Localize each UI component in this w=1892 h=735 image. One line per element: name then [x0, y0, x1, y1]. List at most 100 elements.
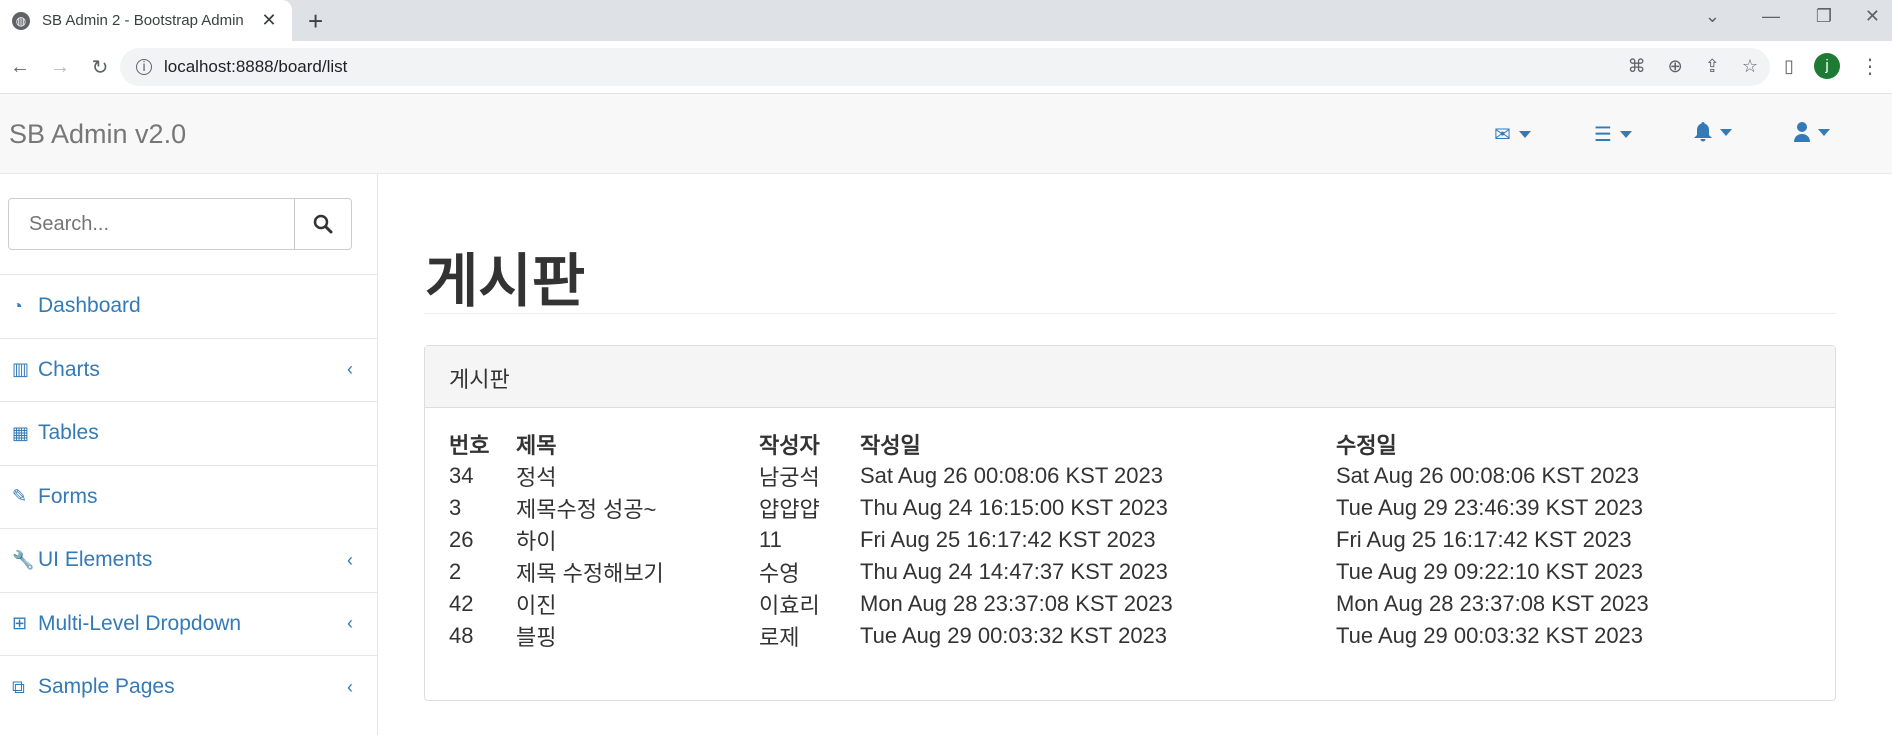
tab-title: SB Admin 2 - Bootstrap Admin — [42, 12, 244, 29]
cell-regdate: Thu Aug 24 14:47:37 KST 2023 — [860, 559, 1168, 584]
cell-title: 블핑 — [516, 625, 557, 650]
table-row[interactable]: 2 제목 수정해보기 수영 Thu Aug 24 14:47:37 KST 2023 T… — [449, 556, 1736, 588]
cell-writer: 로제 — [759, 625, 800, 650]
cell-writer: 이효리 — [759, 593, 820, 618]
cell-writer: 얍얍얍 — [759, 497, 820, 522]
cell-number: 26 — [449, 527, 474, 552]
cell-regdate: Tue Aug 29 00:03:32 KST 2023 — [860, 623, 1168, 648]
user-dropdown[interactable] — [1794, 122, 1830, 142]
cell-updatedate: Fri Aug 25 16:17:42 KST 2023 — [1336, 527, 1632, 552]
sidebar-item-charts[interactable]: ▥ Charts ‹ — [0, 337, 377, 402]
profile-avatar[interactable]: j — [1814, 53, 1840, 79]
search-button[interactable] — [294, 199, 351, 249]
column-header-number: 번호 — [449, 433, 490, 458]
tab-search-icon[interactable]: ⌄ — [1705, 6, 1720, 27]
sidebar-item-forms[interactable]: ✎ Forms — [0, 464, 377, 529]
cell-number: 2 — [449, 559, 462, 584]
cell-regdate: Thu Aug 24 16:15:00 KST 2023 — [860, 495, 1168, 520]
cell-title: 제목수정 성공~ — [516, 497, 657, 522]
bar-chart-icon: ▥ — [12, 359, 30, 380]
cell-number: 3 — [449, 495, 462, 520]
cell-title: 이진 — [516, 593, 557, 618]
cell-updatedate: Sat Aug 26 00:08:06 KST 2023 — [1336, 463, 1639, 488]
back-icon[interactable]: ← — [0, 56, 40, 79]
alerts-dropdown[interactable] — [1694, 122, 1732, 142]
sidebar-item-multi-level-dropdown[interactable]: ⊞ Multi-Level Dropdown ‹ — [0, 591, 377, 656]
sidebar-item-label: UI Elements — [38, 548, 153, 572]
side-panel-icon[interactable]: ▯ — [1784, 56, 1794, 77]
edit-icon: ✎ — [12, 486, 28, 507]
panel-heading: 게시판 — [425, 346, 1835, 408]
messages-dropdown[interactable]: ✉ — [1494, 122, 1531, 147]
brand-link[interactable]: SB Admin v2.0 — [9, 119, 186, 150]
cell-writer: 11 — [759, 527, 782, 552]
cell-title: 제목 수정해보기 — [516, 561, 664, 586]
sidebar: ◔ Dashboard ▥ Charts ‹ ▦ Tables ✎ Forms … — [0, 174, 378, 735]
address-bar[interactable]: i localhost:8888/board/list ⌘ ⊕ ⇪ ☆ — [120, 48, 1770, 86]
cell-updatedate: Tue Aug 29 09:22:10 KST 2023 — [1336, 559, 1644, 584]
cell-number: 42 — [449, 591, 474, 616]
wrench-icon: 🔧 — [12, 549, 35, 570]
chevron-left-icon: ‹ — [347, 359, 353, 380]
cell-regdate: Fri Aug 25 16:17:42 KST 2023 — [860, 527, 1156, 552]
cell-regdate: Sat Aug 26 00:08:06 KST 2023 — [860, 463, 1163, 488]
chevron-left-icon: ‹ — [347, 549, 353, 570]
new-tab-button[interactable]: + — [308, 6, 323, 37]
browser-tab[interactable]: ◍ SB Admin 2 - Bootstrap Admin ✕ — [0, 0, 292, 41]
table-row[interactable]: 48 블핑 로제 Tue Aug 29 00:03:32 KST 2023 Tue Au… — [449, 620, 1736, 652]
sidebar-item-tables[interactable]: ▦ Tables — [0, 401, 377, 465]
close-window-button[interactable]: ✕ — [1865, 6, 1880, 27]
sidebar-item-sample-pages[interactable]: ⧉ Sample Pages ‹ — [0, 655, 377, 719]
user-icon — [1794, 122, 1810, 142]
sidebar-item-label: Multi-Level Dropdown — [38, 611, 242, 635]
chevron-left-icon: ‹ — [347, 613, 353, 634]
page-title: 게시판 — [425, 249, 586, 314]
share-icon[interactable]: ⇪ — [1705, 56, 1720, 77]
cell-regdate: Mon Aug 28 23:37:08 KST 2023 — [860, 591, 1173, 616]
cell-number: 34 — [449, 463, 474, 488]
table-row[interactable]: 34 정석 남궁석 Sat Aug 26 00:08:06 KST 2023 Sat A… — [449, 460, 1736, 492]
cell-title: 정석 — [516, 465, 557, 490]
table-header-row: 번호 제목 작성자 작성일 수정일 — [449, 428, 1736, 460]
menu-kebab-icon[interactable]: ⋮ — [1860, 54, 1880, 79]
cell-writer: 남궁석 — [759, 465, 820, 490]
dashboard-icon: ◔ — [12, 295, 23, 316]
column-header-title: 제목 — [516, 433, 557, 458]
column-header-updatedate: 수정일 — [1336, 433, 1397, 458]
envelope-icon: ✉ — [1494, 124, 1511, 146]
caret-down-icon — [1818, 128, 1830, 136]
search-icon — [313, 214, 333, 234]
table-row[interactable]: 42 이진 이효리 Mon Aug 28 23:37:08 KST 2023 Mon A… — [449, 588, 1736, 620]
cell-updatedate: Tue Aug 29 23:46:39 KST 2023 — [1336, 495, 1644, 520]
translate-icon[interactable]: ⌘ — [1628, 56, 1646, 77]
cell-title: 하이 — [516, 529, 557, 554]
close-tab-icon[interactable]: ✕ — [258, 10, 280, 31]
sidebar-item-label: Forms — [38, 484, 98, 508]
page-wrapper: 게시판 게시판 번호 제목 작성자 작성일 수정일 34 정석 남궁석 Sat Aug… — [378, 174, 1892, 735]
browser-tabbar: ◍ SB Admin 2 - Bootstrap Admin ✕ + ⌄ — ❐… — [0, 0, 1892, 41]
tasks-dropdown[interactable]: ☰ — [1594, 122, 1632, 147]
search-input[interactable] — [9, 199, 294, 249]
sidebar-item-dashboard[interactable]: ◔ Dashboard — [0, 274, 377, 338]
caret-down-icon — [1518, 131, 1531, 138]
site-info-icon[interactable]: i — [136, 59, 152, 75]
files-icon: ⧉ — [12, 676, 25, 697]
table-row[interactable]: 3 제목수정 성공~ 얍얍얍 Thu Aug 24 16:15:00 KST 2023… — [449, 492, 1736, 524]
cell-updatedate: Tue Aug 29 00:03:32 KST 2023 — [1336, 623, 1644, 648]
sidebar-item-ui-elements[interactable]: 🔧 UI Elements ‹ — [0, 528, 377, 592]
minimize-button[interactable]: — — [1762, 6, 1780, 27]
forward-icon[interactable]: → — [40, 56, 80, 79]
page-divider — [424, 313, 1836, 314]
table-row[interactable]: 26 하이 11 Fri Aug 25 16:17:42 KST 2023 Fri Au… — [449, 524, 1736, 556]
reload-icon[interactable]: ↻ — [80, 55, 120, 80]
cell-updatedate: Mon Aug 28 23:37:08 KST 2023 — [1336, 591, 1649, 616]
restore-button[interactable]: ❐ — [1816, 6, 1832, 27]
column-header-regdate: 작성일 — [860, 433, 921, 458]
bell-icon — [1694, 122, 1712, 142]
sitemap-icon: ⊞ — [12, 613, 28, 634]
sidebar-search — [8, 198, 352, 250]
zoom-icon[interactable]: ⊕ — [1668, 56, 1683, 77]
sidebar-item-label: Charts — [38, 357, 100, 381]
browser-toolbar: ← → ↻ i localhost:8888/board/list ⌘ ⊕ ⇪ … — [0, 41, 1892, 94]
bookmark-star-icon[interactable]: ☆ — [1742, 56, 1758, 77]
